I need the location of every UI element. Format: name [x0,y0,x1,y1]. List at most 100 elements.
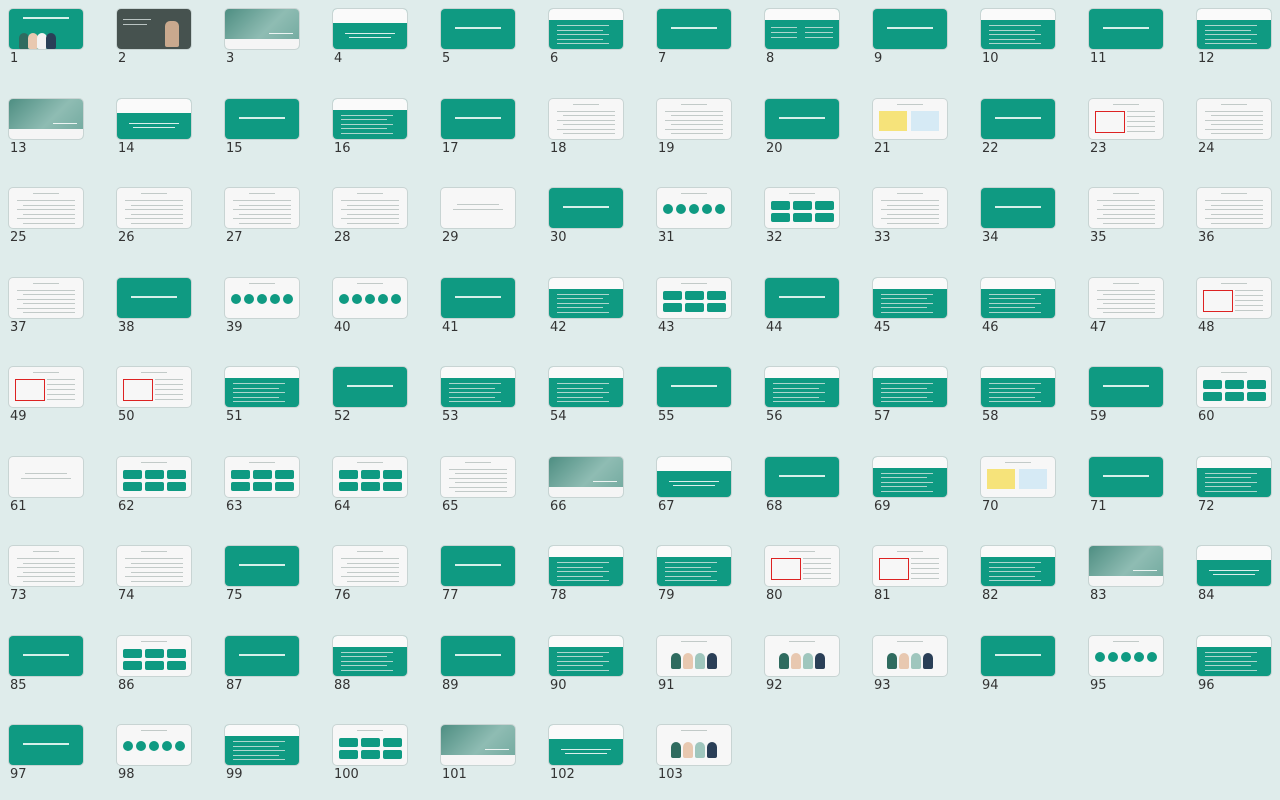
slide-thumbnail[interactable] [873,9,947,49]
slide-thumbnail[interactable] [441,456,515,497]
slide-thumbnail[interactable] [765,635,839,676]
slide-thumbnail[interactable] [549,367,623,407]
slide-item[interactable]: 1 [1,0,109,84]
slide-item[interactable]: 57 [865,358,973,442]
slide-thumbnail[interactable] [333,9,407,49]
slide-thumbnail[interactable] [225,9,299,49]
slide-item[interactable]: 19 [649,90,757,174]
slide-item[interactable]: 87 [217,627,325,711]
slide-item[interactable]: 3 [217,0,325,84]
slide-thumbnail[interactable] [873,635,947,676]
slide-item[interactable]: 28 [325,179,433,263]
slide-thumbnail[interactable] [333,456,407,497]
slide-item[interactable]: 31 [649,179,757,263]
slide-item[interactable]: 42 [541,269,649,353]
slide-thumbnail[interactable] [549,98,623,139]
slide-item[interactable]: 25 [1,179,109,263]
slide-item[interactable]: 49 [1,358,109,442]
slide-thumbnail[interactable] [441,277,515,318]
slide-thumbnail[interactable] [1089,546,1163,586]
slide-thumbnail[interactable] [981,367,1055,407]
slide-item[interactable]: 35 [1081,179,1189,263]
slide-item[interactable]: 15 [217,90,325,174]
slide-item[interactable]: 10 [973,0,1081,84]
slide-thumbnail[interactable] [117,546,191,586]
slide-thumbnail[interactable] [873,367,947,407]
slide-item[interactable]: 95 [1081,627,1189,711]
slide-thumbnail[interactable] [117,367,191,407]
slide-item[interactable]: 40 [325,269,433,353]
slide-item[interactable]: 12 [1189,0,1280,84]
slide-item[interactable]: 27 [217,179,325,263]
slide-thumbnail[interactable] [9,188,83,228]
slide-item[interactable]: 36 [1189,179,1280,263]
slide-item[interactable]: 97 [1,716,109,800]
slide-thumbnail[interactable] [9,277,83,318]
slide-item[interactable]: 93 [865,627,973,711]
slide-thumbnail[interactable] [333,277,407,318]
slide-item[interactable]: 39 [217,269,325,353]
slide-item[interactable]: 62 [109,448,217,532]
slide-item[interactable]: 58 [973,358,1081,442]
slide-item[interactable]: 52 [325,358,433,442]
slide-item[interactable]: 85 [1,627,109,711]
slide-item[interactable]: 2 [109,0,217,84]
slide-item[interactable]: 61 [1,448,109,532]
slide-item[interactable]: 65 [433,448,541,532]
slide-item[interactable]: 43 [649,269,757,353]
slide-thumbnail[interactable] [1197,456,1271,497]
slide-thumbnail[interactable] [333,98,407,139]
slide-thumbnail[interactable] [9,98,83,139]
slide-thumbnail[interactable] [765,188,839,228]
slide-thumbnail[interactable] [333,188,407,228]
slide-thumbnail[interactable] [333,367,407,407]
slide-item[interactable]: 94 [973,627,1081,711]
slide-thumbnail[interactable] [1089,456,1163,497]
slide-thumbnail[interactable] [1089,367,1163,407]
slide-thumbnail[interactable] [333,546,407,586]
slide-thumbnail[interactable] [225,456,299,497]
slide-item[interactable]: 48 [1189,269,1280,353]
slide-thumbnail[interactable] [1197,9,1271,49]
slide-item[interactable]: 8 [757,0,865,84]
slide-item[interactable]: 89 [433,627,541,711]
slide-item[interactable]: 64 [325,448,433,532]
slide-thumbnail[interactable] [981,277,1055,318]
slide-thumbnail[interactable] [765,98,839,139]
slide-thumbnail[interactable] [1089,188,1163,228]
slide-item[interactable]: 98 [109,716,217,800]
slide-item[interactable]: 33 [865,179,973,263]
slide-item[interactable]: 18 [541,90,649,174]
slide-thumbnail[interactable] [441,367,515,407]
slide-thumbnail[interactable] [225,367,299,407]
slide-thumbnail[interactable] [657,277,731,318]
slide-item[interactable]: 11 [1081,0,1189,84]
slide-item[interactable]: 23 [1081,90,1189,174]
slide-thumbnail[interactable] [1089,277,1163,318]
slide-thumbnail[interactable] [1089,635,1163,676]
slide-thumbnail[interactable] [9,546,83,586]
slide-thumbnail[interactable] [549,725,623,765]
slide-item[interactable]: 51 [217,358,325,442]
slide-item[interactable]: 50 [109,358,217,442]
slide-thumbnail[interactable] [9,725,83,765]
slide-thumbnail[interactable] [1197,277,1271,318]
slide-thumbnail[interactable] [549,277,623,318]
slide-thumbnail[interactable] [765,9,839,49]
slide-item[interactable]: 17 [433,90,541,174]
slide-item[interactable]: 13 [1,90,109,174]
slide-item[interactable]: 53 [433,358,541,442]
slide-thumbnail[interactable] [765,367,839,407]
slide-item[interactable]: 92 [757,627,865,711]
slide-thumbnail[interactable] [549,456,623,497]
slide-item[interactable]: 47 [1081,269,1189,353]
slide-thumbnail[interactable] [441,546,515,586]
slide-item[interactable]: 79 [649,537,757,621]
slide-thumbnail[interactable] [441,635,515,676]
slide-item[interactable]: 84 [1189,537,1280,621]
slide-item[interactable]: 72 [1189,448,1280,532]
slide-thumbnail[interactable] [117,188,191,228]
slide-thumbnail[interactable] [981,456,1055,497]
slide-thumbnail[interactable] [657,188,731,228]
slide-thumbnail[interactable] [117,635,191,676]
